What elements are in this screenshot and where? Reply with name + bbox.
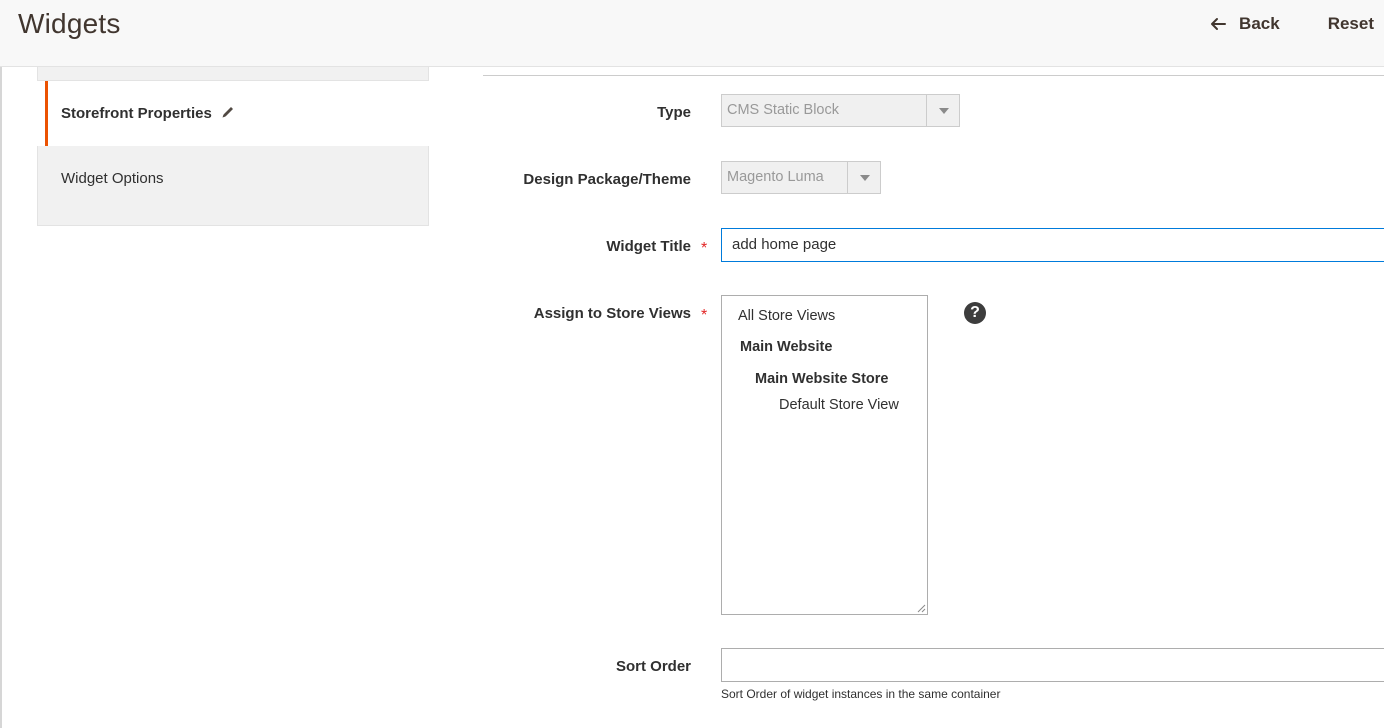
store-view-group-main-website: Main Website <box>740 339 833 355</box>
required-asterisk: * <box>701 307 708 324</box>
widget-title-input[interactable]: add home page <box>721 228 1384 262</box>
sort-order-label: Sort Order <box>615 658 691 675</box>
type-select[interactable]: CMS Static Block <box>721 94 960 127</box>
header-actions: Back Reset <box>1209 14 1374 34</box>
store-views-label: Assign to Store Views <box>533 305 691 322</box>
theme-select[interactable]: Magento Luma <box>721 161 881 194</box>
resize-handle-icon[interactable] <box>916 603 926 613</box>
chevron-down-icon <box>847 162 880 193</box>
theme-select-value: Magento Luma <box>727 169 824 185</box>
back-button[interactable]: Back <box>1209 14 1280 34</box>
type-select-value: CMS Static Block <box>727 102 839 118</box>
sidebar-item-widget-options[interactable]: Widget Options <box>37 146 429 226</box>
left-edge <box>0 67 2 728</box>
chevron-down-icon <box>926 95 959 126</box>
page-title: Widgets <box>18 8 121 39</box>
sort-order-note: Sort Order of widget instances in the sa… <box>721 687 1001 701</box>
sidebar: Storefront Properties Widget Options <box>37 67 429 226</box>
store-view-option-default[interactable]: Default Store View <box>779 397 899 413</box>
required-asterisk: * <box>701 240 708 257</box>
arrow-left-icon <box>1211 18 1227 30</box>
pencil-icon <box>222 107 233 118</box>
type-label: Type <box>657 104 691 121</box>
widget-title-value: add home page <box>732 236 837 253</box>
theme-label: Design Package/Theme <box>523 171 691 188</box>
page-header: Widgets Back Reset <box>0 0 1384 67</box>
sort-order-input[interactable] <box>721 648 1384 682</box>
store-views-multiselect[interactable]: All Store Views Main Website Main Websit… <box>721 295 928 615</box>
store-view-option-all[interactable]: All Store Views <box>738 308 835 324</box>
store-view-group-main-website-store: Main Website Store <box>755 371 889 387</box>
sidebar-item-label: Storefront Properties <box>61 105 212 122</box>
sidebar-tab-previous <box>37 67 429 81</box>
section-divider <box>483 75 1384 76</box>
sidebar-item-storefront-properties[interactable]: Storefront Properties <box>45 81 429 146</box>
back-label: Back <box>1239 14 1280 33</box>
widget-title-label: Widget Title <box>606 238 691 255</box>
reset-button[interactable]: Reset <box>1328 14 1374 34</box>
sidebar-item-label: Widget Options <box>61 170 164 187</box>
help-icon[interactable]: ? <box>964 302 986 324</box>
